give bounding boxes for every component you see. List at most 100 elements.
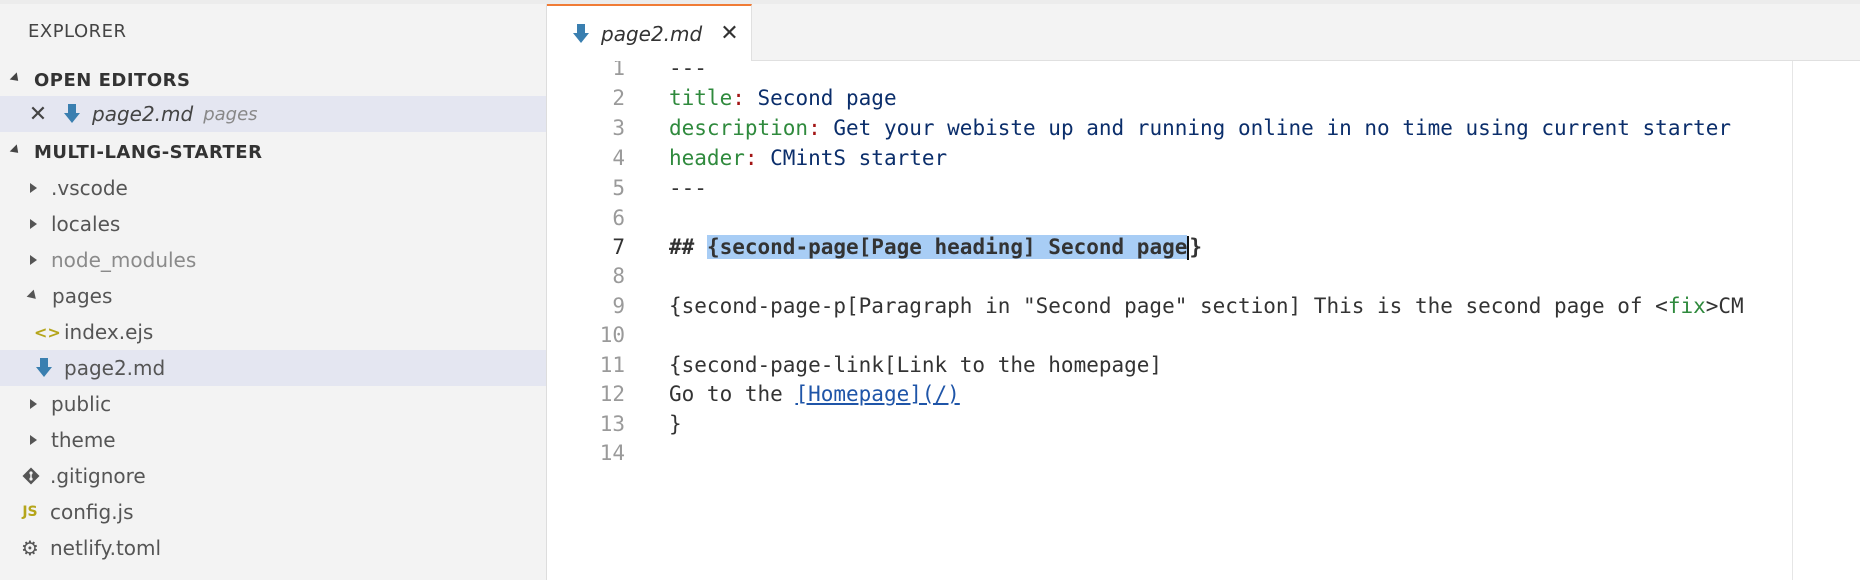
line-number: 13 bbox=[599, 412, 625, 436]
tree-folder-public[interactable]: public bbox=[0, 386, 546, 422]
tree-folder-pages[interactable]: pages bbox=[0, 278, 546, 314]
tree-folder-locales[interactable]: locales bbox=[0, 206, 546, 242]
tree-folder-vscode[interactable]: .vscode bbox=[0, 170, 546, 206]
chevron-right-icon bbox=[30, 435, 37, 445]
tab-page2-md[interactable]: page2.md ✕ bbox=[547, 4, 752, 61]
ejs-code-icon: <> bbox=[34, 322, 61, 342]
closing-brace: } bbox=[1189, 234, 1203, 259]
explorer-title: EXPLORER bbox=[28, 21, 127, 42]
yaml-value: Get your webiste up and running online i… bbox=[820, 116, 1732, 140]
markdown-link[interactable]: [Homepage](/) bbox=[795, 382, 959, 406]
code-line: 14 bbox=[547, 438, 1860, 468]
tree-item-label: netlify.toml bbox=[50, 536, 162, 560]
tree-folder-node-modules[interactable]: node_modules bbox=[0, 242, 546, 278]
chevron-right-icon bbox=[30, 255, 37, 265]
markdown-icon bbox=[36, 358, 52, 377]
code-line: 6 bbox=[547, 203, 1860, 233]
code-line: 11 {second-page-link[Link to the homepag… bbox=[547, 350, 1860, 380]
line-number: 8 bbox=[612, 264, 625, 288]
project-label: MULTI-LANG-STARTER bbox=[34, 141, 263, 163]
line-text: } bbox=[669, 412, 682, 436]
tree-item-label: node_modules bbox=[51, 248, 197, 272]
code-line: 2 title: Second page bbox=[547, 83, 1860, 113]
tree-item-label: public bbox=[51, 392, 112, 416]
line-number: 11 bbox=[599, 353, 625, 377]
line-text: {second-page-link[Link to the homepage] bbox=[669, 353, 1163, 377]
line-plain: Go to the bbox=[669, 382, 796, 406]
code-line: 3 description: Get your webiste up and r… bbox=[547, 113, 1860, 143]
chevron-right-icon bbox=[30, 399, 37, 409]
project-header[interactable]: MULTI-LANG-STARTER bbox=[0, 134, 546, 170]
collapse-caret-icon bbox=[9, 71, 22, 84]
fix-tag: fix bbox=[1667, 294, 1706, 318]
line-number: 4 bbox=[612, 146, 625, 170]
tree-item-label: config.js bbox=[50, 500, 134, 524]
line-text: --- bbox=[669, 61, 707, 80]
code-line: 4 header: CMintS starter bbox=[547, 143, 1860, 173]
line-number: 5 bbox=[612, 176, 625, 200]
tree-folder-theme[interactable]: theme bbox=[0, 422, 546, 458]
selected-text: {second-page[Page heading] Second page bbox=[706, 234, 1188, 259]
code-line: 9 {second-page-p[Paragraph in "Second pa… bbox=[547, 291, 1860, 321]
line-number: 7 bbox=[612, 235, 625, 259]
tree-item-label: .gitignore bbox=[50, 464, 146, 488]
line-number: 9 bbox=[612, 294, 625, 318]
line-text: ## {second-page[Page heading] Second pag… bbox=[669, 234, 1203, 260]
line-text: --- bbox=[669, 176, 707, 200]
tab-label: page2.md bbox=[601, 21, 703, 46]
code-line: 12 Go to the [Homepage](/) bbox=[547, 379, 1860, 409]
line-number: 2 bbox=[612, 86, 625, 110]
tree-file-gitignore[interactable]: .gitignore bbox=[0, 458, 546, 494]
paragraph-text: {second-page-p[Paragraph in "Second page… bbox=[669, 294, 1668, 318]
heading-marker: ## bbox=[669, 234, 707, 259]
tree-item-label: theme bbox=[51, 428, 116, 452]
tree-file-netlify-toml[interactable]: ⚙ netlify.toml bbox=[0, 530, 546, 566]
markdown-icon bbox=[64, 104, 80, 123]
open-editor-dirname: pages bbox=[203, 103, 258, 125]
tree-item-label: locales bbox=[51, 212, 121, 236]
yaml-key: header bbox=[669, 146, 745, 170]
chevron-right-icon bbox=[30, 183, 37, 193]
chevron-down-icon bbox=[26, 289, 40, 303]
line-number: 14 bbox=[599, 441, 625, 465]
line-number: 3 bbox=[612, 116, 625, 140]
yaml-key: description bbox=[669, 116, 809, 140]
open-editor-item-page2[interactable]: ✕ page2.md pages bbox=[0, 96, 546, 132]
chevron-right-icon bbox=[30, 219, 37, 229]
editor-tab-bar: page2.md ✕ bbox=[547, 4, 1860, 61]
open-editors-header[interactable]: OPEN EDITORS bbox=[0, 62, 546, 98]
yaml-key: title bbox=[669, 86, 733, 110]
code-line: 10 bbox=[547, 320, 1860, 350]
markdown-icon bbox=[573, 23, 589, 43]
close-icon[interactable]: ✕ bbox=[28, 102, 48, 127]
tree-file-index-ejs[interactable]: <> index.ejs bbox=[0, 314, 546, 350]
open-editors-label: OPEN EDITORS bbox=[34, 69, 191, 91]
yaml-colon: : bbox=[732, 86, 745, 110]
tree-item-label: page2.md bbox=[64, 356, 166, 380]
close-icon[interactable]: ✕ bbox=[720, 21, 738, 46]
line-text: title: Second page bbox=[669, 86, 897, 110]
open-editor-filename: page2.md bbox=[92, 102, 194, 126]
tree-item-label: .vscode bbox=[51, 176, 128, 200]
yaml-value: Second page bbox=[744, 86, 897, 110]
gear-icon: ⚙ bbox=[21, 536, 39, 560]
line-text: description: Get your webiste up and run… bbox=[669, 116, 1731, 140]
tree-item-label: pages bbox=[52, 284, 113, 308]
collapse-caret-icon bbox=[9, 143, 22, 156]
js-icon: JS bbox=[22, 504, 38, 520]
explorer-sidebar: EXPLORER OPEN EDITORS ✕ page2.md pages M… bbox=[0, 4, 547, 580]
line-text: {second-page-p[Paragraph in "Second page… bbox=[669, 294, 1744, 318]
code-line: 8 bbox=[547, 261, 1860, 291]
tree-file-page2-md[interactable]: page2.md bbox=[0, 350, 546, 386]
line-number: 10 bbox=[599, 323, 625, 347]
yaml-colon: : bbox=[744, 146, 758, 170]
yaml-colon: : bbox=[808, 116, 821, 140]
git-icon bbox=[22, 467, 40, 485]
line-text: header: CMintS starter bbox=[669, 146, 947, 170]
code-line: 13 } bbox=[547, 409, 1860, 439]
tree-file-config-js[interactable]: JS config.js bbox=[0, 494, 546, 530]
line-text: Go to the [Homepage](/) bbox=[669, 382, 960, 406]
yaml-value: CMintS starter bbox=[757, 146, 948, 170]
code-editor[interactable]: 1 --- 2 title: Second page 3 description… bbox=[547, 61, 1860, 580]
line-number: 1 bbox=[612, 61, 625, 80]
